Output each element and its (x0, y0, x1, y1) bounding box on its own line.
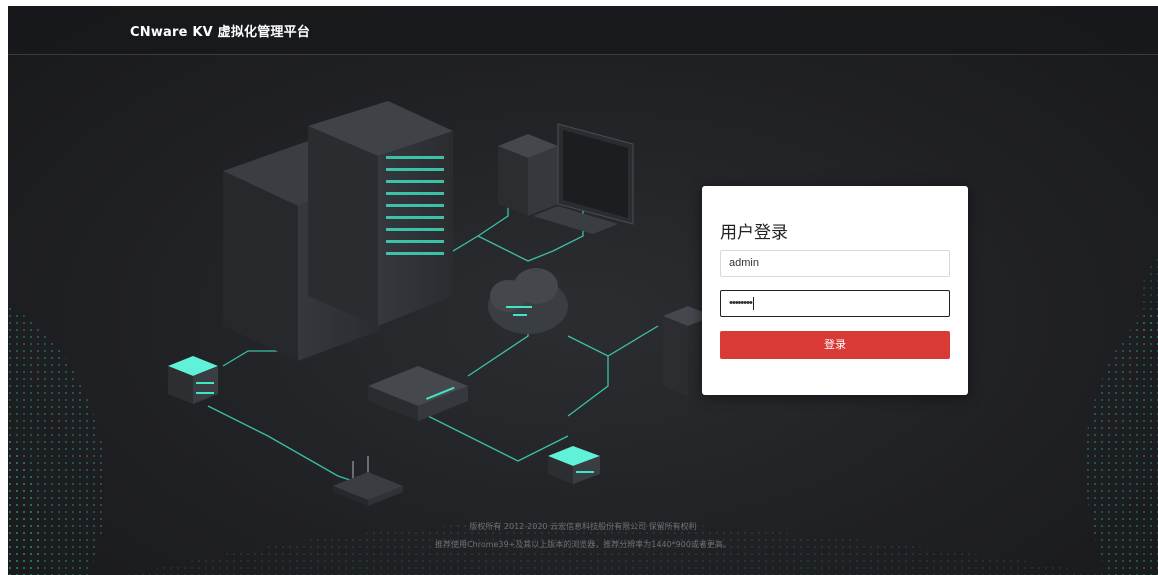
server-rack-icon (308, 101, 453, 326)
small-server-icon (168, 356, 218, 404)
footer-browser-note: 推荐使用Chrome39+及其以上版本的浏览器，推荐分辨率为1440*900或者… (435, 540, 731, 549)
desktop-computer-icon (498, 123, 634, 234)
left-particle-field (8, 306, 106, 575)
network-switch-icon (368, 366, 468, 421)
login-page: CNware KV 虚拟化管理平台 用户登录 admin •••••••• 登录… (8, 6, 1158, 575)
footer-copyright: 版权所有 2012-2020 云宏信息科技股份有限公司 保留所有权利 (469, 522, 697, 531)
cloud-icon (488, 268, 568, 334)
top-header: CNware KV 虚拟化管理平台 (8, 6, 1158, 55)
login-button[interactable]: 登录 (720, 331, 950, 359)
password-input[interactable]: •••••••• (720, 290, 950, 317)
login-panel: 用户登录 admin •••••••• 登录 (702, 186, 968, 395)
username-value: admin (729, 257, 759, 269)
app-title: CNware KV 虚拟化管理平台 (130, 25, 311, 40)
username-input[interactable]: admin (720, 250, 950, 277)
network-illustration (8, 101, 1158, 575)
password-value: •••••••• (729, 297, 753, 309)
text-caret (752, 296, 754, 310)
router-icon (333, 456, 403, 506)
login-title: 用户登录 (720, 223, 788, 243)
small-server-icon (548, 446, 600, 484)
